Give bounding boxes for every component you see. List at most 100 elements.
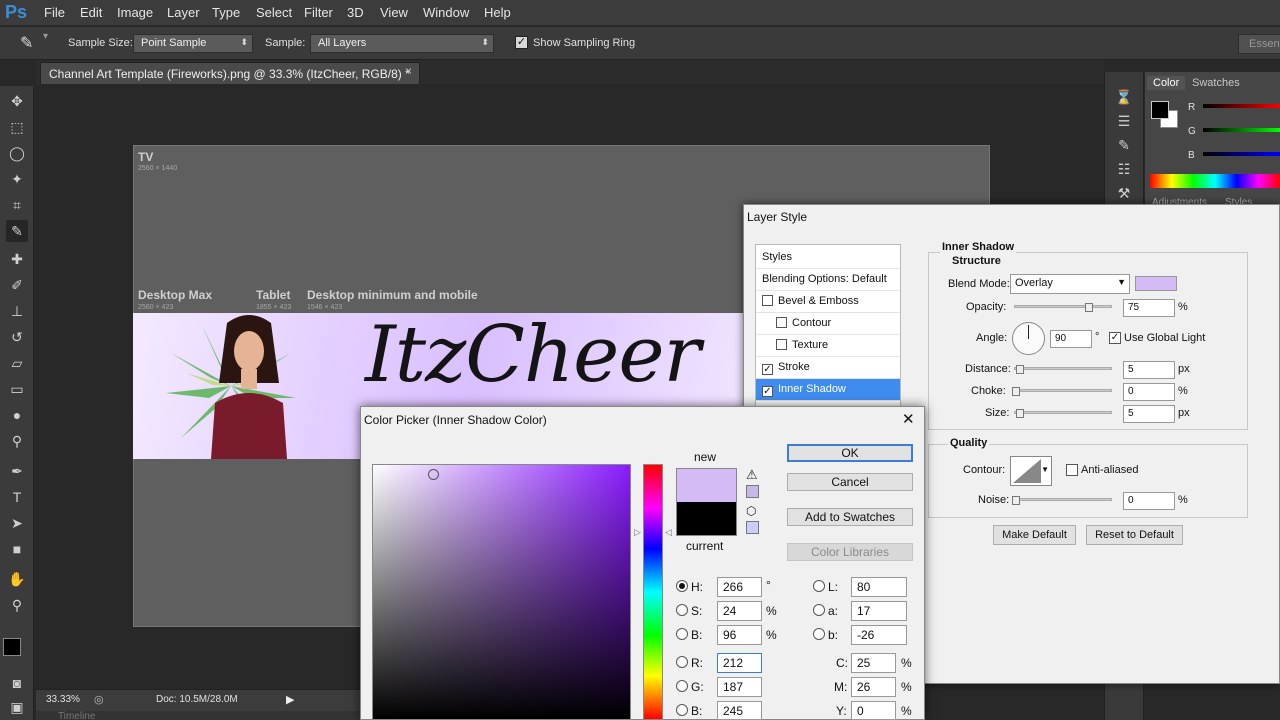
noise-field[interactable]: 0 xyxy=(1123,492,1175,510)
properties-panel-icon[interactable]: ☰ xyxy=(1113,110,1135,132)
contour-item[interactable]: Contour xyxy=(756,313,900,335)
reset-to-default-button[interactable]: Reset to Default xyxy=(1086,525,1183,545)
sample-size-select[interactable]: Point Sample ⬍ xyxy=(133,34,253,53)
eyedropper-icon[interactable]: ✎ xyxy=(20,33,33,53)
h-radio[interactable] xyxy=(676,580,688,592)
l-field[interactable]: 80 xyxy=(851,577,907,597)
cancel-button[interactable]: Cancel xyxy=(787,473,913,491)
menu-window[interactable]: Window xyxy=(423,5,469,20)
distance-field[interactable]: 5 xyxy=(1123,361,1175,379)
g-radio[interactable] xyxy=(676,680,688,692)
dodge-tool-icon[interactable]: ⚲ xyxy=(6,430,28,452)
noise-slider-thumb[interactable] xyxy=(1012,496,1020,505)
healing-tool-icon[interactable]: ✚ xyxy=(6,248,28,270)
hue-pointer-left-icon[interactable]: ▷ xyxy=(634,527,641,538)
blend-mode-select[interactable]: Overlay ▼ xyxy=(1010,274,1130,294)
web-safe-cube-icon[interactable]: ⬡ xyxy=(746,504,756,518)
zoom-level[interactable]: 33.33% xyxy=(46,694,80,705)
screen-mode-icon[interactable]: ▣ xyxy=(6,696,28,718)
blending-options-item[interactable]: Blending Options: Default xyxy=(756,269,900,291)
s-field[interactable]: 24 xyxy=(717,601,762,621)
channel-r-slider[interactable] xyxy=(1203,104,1280,108)
stroke-checkbox[interactable]: ✓ xyxy=(762,364,773,375)
menu-edit[interactable]: Edit xyxy=(80,5,102,20)
document-tab[interactable]: Channel Art Template (Fireworks).png @ 3… xyxy=(40,62,420,84)
inner-shadow-item[interactable]: ✓ Inner Shadow xyxy=(756,379,900,401)
stamp-tool-icon[interactable]: ⊥ xyxy=(6,300,28,322)
marquee-tool-icon[interactable]: ⬚ xyxy=(6,116,28,138)
web-safe-color-chip[interactable] xyxy=(746,521,759,534)
b-radio[interactable] xyxy=(676,628,688,640)
angle-dial[interactable] xyxy=(1012,322,1045,355)
shadow-color-swatch[interactable] xyxy=(1135,276,1177,291)
opacity-slider[interactable] xyxy=(1014,305,1112,308)
size-slider-thumb[interactable] xyxy=(1016,409,1024,418)
m-field[interactable]: 26 xyxy=(851,677,896,697)
path-select-tool-icon[interactable]: ➤ xyxy=(6,512,28,534)
foreground-color-swatch[interactable] xyxy=(3,638,21,656)
blur-tool-icon[interactable]: ● xyxy=(6,404,28,426)
g-field[interactable]: 187 xyxy=(717,677,762,697)
color-libraries-button[interactable]: Color Libraries xyxy=(787,543,913,561)
color-field-marker[interactable] xyxy=(428,469,439,480)
saturation-brightness-field[interactable] xyxy=(372,464,631,720)
choke-field[interactable]: 0 xyxy=(1123,383,1175,401)
gamut-color-chip[interactable] xyxy=(746,485,759,498)
l-radio[interactable] xyxy=(813,580,825,592)
type-tool-icon[interactable]: T xyxy=(6,486,28,508)
crop-tool-icon[interactable]: ⌗ xyxy=(6,194,28,216)
shape-tool-icon[interactable]: ■ xyxy=(6,538,28,560)
tab-color[interactable]: Color xyxy=(1147,76,1186,90)
brush-tool-icon[interactable]: ✐ xyxy=(6,274,28,296)
y-field[interactable]: 0 xyxy=(851,701,896,720)
show-sampling-ring-checkbox[interactable]: ✓ xyxy=(515,36,528,49)
pen-tool-icon[interactable]: ✒ xyxy=(6,460,28,482)
h-field[interactable]: 266 xyxy=(717,577,762,597)
channel-g-slider[interactable] xyxy=(1203,128,1280,132)
adjust-panel-icon[interactable]: ☷ xyxy=(1113,158,1135,180)
status-arrow-icon[interactable]: ▶ xyxy=(286,693,294,706)
inner-shadow-checkbox[interactable]: ✓ xyxy=(762,386,773,397)
choke-slider-thumb[interactable] xyxy=(1012,387,1020,396)
texture-item[interactable]: Texture xyxy=(756,335,900,357)
a-radio[interactable] xyxy=(813,604,825,616)
distance-slider[interactable] xyxy=(1014,367,1112,370)
quick-mask-icon[interactable]: ◙ xyxy=(6,672,28,694)
menu-view[interactable]: View xyxy=(380,5,408,20)
history-brush-tool-icon[interactable]: ↺ xyxy=(6,326,28,348)
lab-b-field[interactable]: -26 xyxy=(851,625,907,645)
menu-type[interactable]: Type xyxy=(212,5,240,20)
contour-checkbox[interactable] xyxy=(776,317,787,328)
size-field[interactable]: 5 xyxy=(1123,405,1175,423)
sample-select[interactable]: All Layers ⬍ xyxy=(310,34,494,53)
stroke-item[interactable]: ✓ Stroke xyxy=(756,357,900,379)
lasso-tool-icon[interactable]: ◯ xyxy=(6,142,28,164)
history-panel-icon[interactable]: ⌛ xyxy=(1113,86,1135,108)
workspace-switcher[interactable]: Essent xyxy=(1238,34,1280,54)
b-field[interactable]: 96 xyxy=(717,625,762,645)
rgb-b-field[interactable]: 245 xyxy=(717,701,762,720)
menu-help[interactable]: Help xyxy=(484,5,511,20)
eyedropper-tool-icon[interactable]: ✎ xyxy=(6,220,28,242)
hue-slider[interactable] xyxy=(643,464,663,720)
use-global-light-checkbox[interactable]: ✓ xyxy=(1109,332,1121,344)
add-to-swatches-button[interactable]: Add to Swatches xyxy=(787,508,913,526)
brush-panel-icon[interactable]: ✎ xyxy=(1113,134,1135,156)
zoom-tool-icon[interactable]: ⚲ xyxy=(6,594,28,616)
texture-checkbox[interactable] xyxy=(776,339,787,350)
close-icon[interactable]: ✕ xyxy=(902,410,915,428)
status-icon[interactable]: ◎ xyxy=(94,693,104,706)
tab-swatches[interactable]: Swatches xyxy=(1186,76,1246,90)
move-tool-icon[interactable]: ✥ xyxy=(6,90,28,112)
noise-slider[interactable] xyxy=(1014,498,1112,501)
menu-file[interactable]: File xyxy=(44,5,65,20)
menu-filter[interactable]: Filter xyxy=(304,5,333,20)
hand-tool-icon[interactable]: ✋ xyxy=(6,568,28,590)
menu-layer[interactable]: Layer xyxy=(167,5,200,20)
color-spectrum-bar[interactable] xyxy=(1150,174,1280,188)
menu-3d[interactable]: 3D xyxy=(347,5,364,20)
menu-image[interactable]: Image xyxy=(117,5,153,20)
opacity-slider-thumb[interactable] xyxy=(1085,303,1093,312)
make-default-button[interactable]: Make Default xyxy=(993,525,1076,545)
menu-select[interactable]: Select xyxy=(256,5,292,20)
